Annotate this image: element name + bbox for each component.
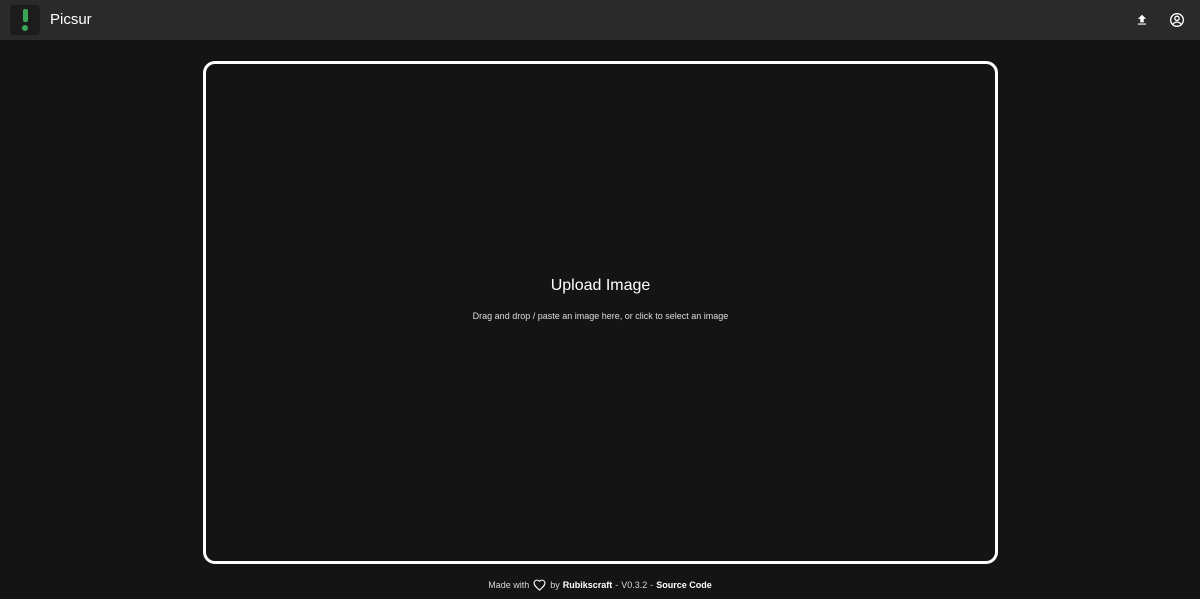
logo-dot: [22, 25, 28, 31]
dropzone-hint: Drag and drop / paste an image here, or …: [472, 310, 729, 321]
source-code-link[interactable]: Source Code: [656, 580, 712, 590]
top-toolbar: Picsur: [0, 0, 1200, 40]
dropzone-title: Upload Image: [550, 276, 651, 294]
author-link[interactable]: Rubikscraft: [563, 580, 613, 590]
account-circle-icon: [1170, 13, 1184, 27]
upload-button[interactable]: [1132, 10, 1152, 30]
footer-made-with: Made with: [488, 580, 530, 590]
image-dropzone[interactable]: Upload Image Drag and drop / paste an im…: [203, 61, 998, 564]
app-title[interactable]: Picsur: [50, 10, 92, 30]
account-button[interactable]: [1167, 10, 1187, 30]
footer-separator: -: [615, 580, 619, 590]
footer-by: by: [550, 580, 560, 590]
version-label: V0.3.2: [621, 580, 648, 590]
footer: Made with by Rubikscraft - V0.3.2 - Sour…: [0, 578, 1200, 592]
logo-bar: [22, 9, 28, 22]
exclamation-logo-icon[interactable]: [10, 5, 40, 35]
footer-separator: -: [650, 580, 654, 590]
heart-icon: [533, 579, 546, 591]
upload-icon: [1137, 14, 1147, 25]
